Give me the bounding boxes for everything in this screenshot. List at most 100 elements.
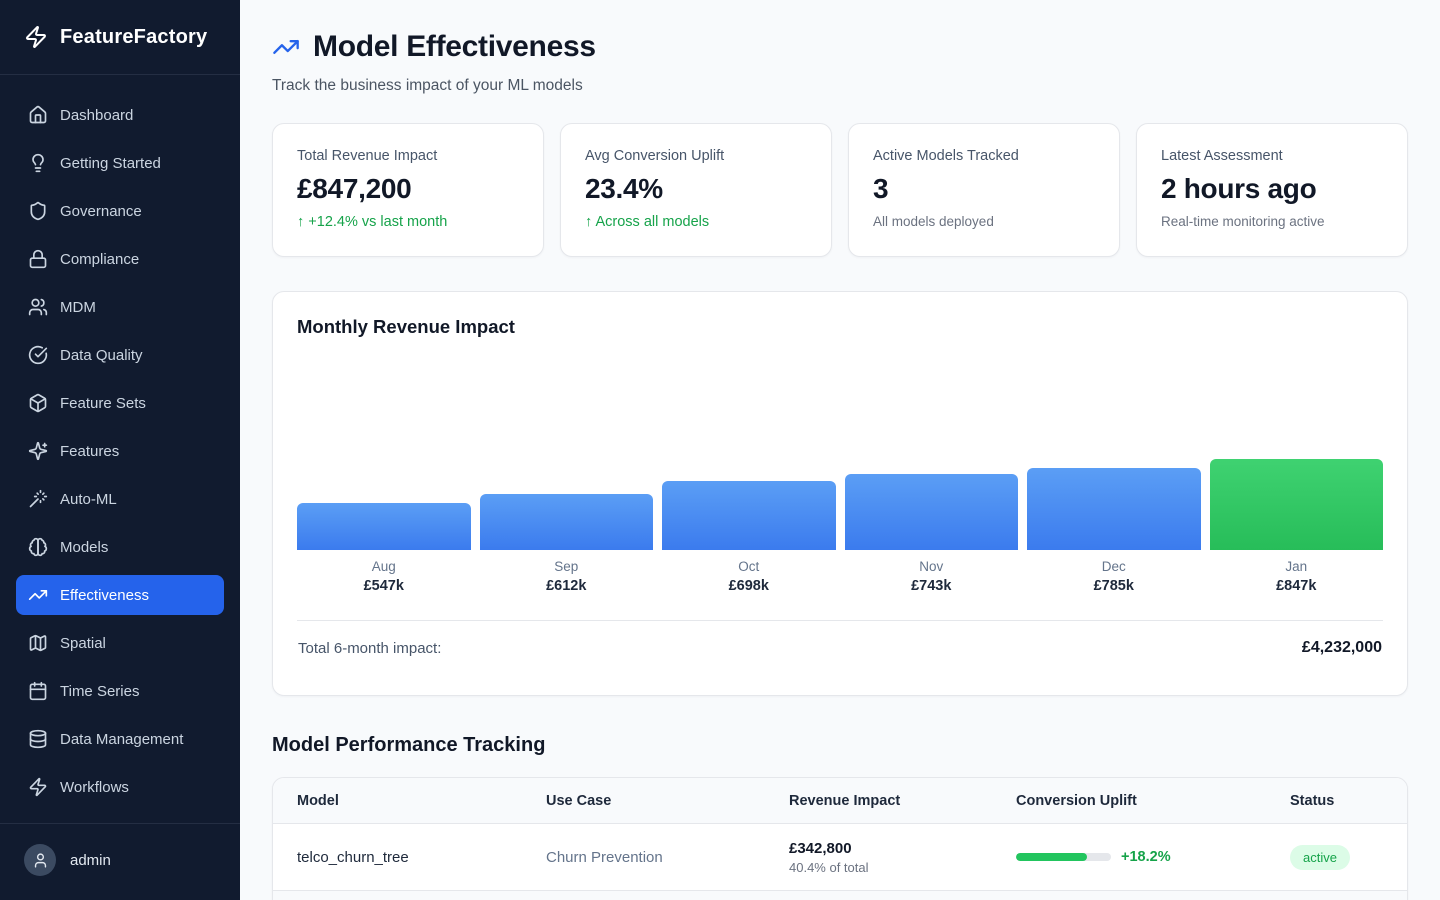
- lock-icon: [28, 249, 48, 269]
- bar-label: Jan £847k: [1210, 559, 1384, 594]
- sidebar-item-governance[interactable]: Governance: [16, 191, 224, 231]
- bar-nov: [845, 474, 1019, 550]
- sidebar-item-label: Spatial: [60, 635, 106, 652]
- bar-label: Sep£612k: [480, 559, 654, 594]
- bar-aug: [297, 503, 471, 550]
- trending-up-icon: [28, 585, 48, 605]
- brand-name: FeatureFactory: [60, 26, 207, 49]
- bar-value-label: £785k: [1027, 578, 1201, 594]
- cube-icon: [28, 393, 48, 413]
- status-cell: active: [1290, 845, 1383, 870]
- stat-card: Latest Assessment 2 hours ago Real-time mo…: [1136, 123, 1408, 257]
- sidebar-item-compliance[interactable]: Compliance: [16, 239, 224, 279]
- database-icon: [28, 729, 48, 749]
- page-subtitle: Track the business impact of your ML mod…: [272, 77, 1408, 95]
- column-header-status: Status: [1290, 793, 1383, 809]
- use-case: Churn Prevention: [546, 849, 789, 866]
- bar-label: Nov£743k: [845, 559, 1019, 594]
- status-badge: active: [1290, 845, 1350, 870]
- user-icon: [32, 852, 49, 869]
- bar-month-label: Nov: [845, 559, 1019, 574]
- sidebar-item-auto-ml[interactable]: Auto-ML: [16, 479, 224, 519]
- user-menu[interactable]: admin: [0, 823, 240, 900]
- model-name: telco_churn_tree: [297, 849, 546, 866]
- calendar-icon: [28, 681, 48, 701]
- sidebar-item-models[interactable]: Models: [16, 527, 224, 567]
- stat-note: Real-time monitoring active: [1161, 214, 1383, 229]
- uplift-progress-bar: [1016, 853, 1111, 861]
- stat-label: Avg Conversion Uplift: [585, 148, 807, 164]
- users-icon: [28, 297, 48, 317]
- username: admin: [70, 852, 111, 869]
- conversion-uplift-cell: +18.2%: [1016, 849, 1290, 865]
- stat-card: Total Revenue Impact£847,200↑ +12.4% vs …: [272, 123, 544, 257]
- bar-column: [662, 481, 836, 550]
- sidebar-item-features[interactable]: Features: [16, 431, 224, 471]
- sidebar-item-label: Compliance: [60, 251, 139, 268]
- sidebar-item-workflows[interactable]: Workflows: [16, 767, 224, 807]
- sidebar-item-spatial[interactable]: Spatial: [16, 623, 224, 663]
- sidebar-item-label: Feature Sets: [60, 395, 146, 412]
- bar-value-label: £612k: [480, 578, 654, 594]
- sidebar-item-mdm[interactable]: MDM: [16, 287, 224, 327]
- total-value: £4,232,000: [1302, 639, 1382, 657]
- column-header-revenue-impact: Revenue Impact: [789, 793, 1016, 809]
- bar-month-label: Dec: [1027, 559, 1201, 574]
- zap-icon: [24, 25, 48, 49]
- section-title: Model Performance Tracking: [272, 734, 1408, 757]
- sidebar-item-getting-started[interactable]: Getting Started: [16, 143, 224, 183]
- bar-jan: [1210, 459, 1384, 550]
- stat-label: Latest Assessment: [1161, 148, 1383, 164]
- sidebar-item-label: Data Quality: [60, 347, 143, 364]
- sidebar-item-label: Features: [60, 443, 119, 460]
- sidebar-item-data-management[interactable]: Data Management: [16, 719, 224, 759]
- bar-column: [297, 503, 471, 550]
- sidebar-item-dashboard[interactable]: Dashboard: [16, 95, 224, 135]
- home-icon: [28, 105, 48, 125]
- revenue-share: 40.4% of total: [789, 860, 1016, 875]
- revenue-impact-cell: £342,800 40.4% of total: [789, 840, 1016, 875]
- bar-value-label: £847k: [1210, 578, 1384, 594]
- bar-sep: [480, 494, 654, 550]
- bar-month-label: Jan: [1210, 559, 1384, 574]
- sidebar-item-feature-sets[interactable]: Feature Sets: [16, 383, 224, 423]
- sidebar-item-label: Models: [60, 539, 108, 556]
- column-header-conversion-uplift: Conversion Uplift: [1016, 793, 1290, 809]
- revenue-chart-card: Monthly Revenue Impact Aug£547kSep£612kO…: [272, 291, 1408, 696]
- bar-dec: [1027, 468, 1201, 550]
- uplift-progress-fill: [1016, 853, 1087, 861]
- total-label: Total 6-month impact:: [298, 640, 441, 657]
- arrow-up-icon: ↑: [585, 214, 595, 230]
- avatar: [24, 844, 56, 876]
- bar-month-label: Oct: [662, 559, 836, 574]
- stat-label: Active Models Tracked: [873, 148, 1095, 164]
- bar-value-label: £547k: [297, 578, 471, 594]
- revenue-value: £342,800: [789, 840, 1016, 857]
- column-header-use-case: Use Case: [546, 793, 789, 809]
- stat-card: Active Models Tracked3All models deploye…: [848, 123, 1120, 257]
- zap-icon: [28, 777, 48, 797]
- bar-label: Oct£698k: [662, 559, 836, 594]
- brain-icon: [28, 537, 48, 557]
- sidebar-item-data-quality[interactable]: Data Quality: [16, 335, 224, 375]
- chart-total-row: Total 6-month impact: £4,232,000: [297, 621, 1383, 671]
- sidebar-item-label: Workflows: [60, 779, 129, 796]
- page-header: Model Effectiveness: [272, 30, 1408, 64]
- column-header-model: Model: [297, 793, 546, 809]
- sidebar-item-label: MDM: [60, 299, 96, 316]
- table-header-row: ModelUse CaseRevenue ImpactConversion Up…: [273, 778, 1407, 824]
- bar-chart: [297, 342, 1383, 550]
- stat-note: ↑ +12.4% vs last month: [297, 214, 519, 230]
- stat-value: 3: [873, 173, 1095, 205]
- bar-chart-labels: Aug£547kSep£612kOct£698kNov£743kDec£785k…: [297, 559, 1383, 594]
- sidebar-item-effectiveness[interactable]: Effectiveness: [16, 575, 224, 615]
- bar-label: Dec £785k: [1027, 559, 1201, 594]
- bar-column: [480, 494, 654, 550]
- sidebar-item-time-series[interactable]: Time Series: [16, 671, 224, 711]
- map-icon: [28, 633, 48, 653]
- uplift-value: +18.2%: [1121, 849, 1171, 865]
- stat-card: Avg Conversion Uplift23.4%↑ Across all m…: [560, 123, 832, 257]
- bar-column: [845, 474, 1019, 550]
- stat-value: 2 hours ago: [1161, 173, 1383, 205]
- stat-note: ↑ Across all models: [585, 214, 807, 230]
